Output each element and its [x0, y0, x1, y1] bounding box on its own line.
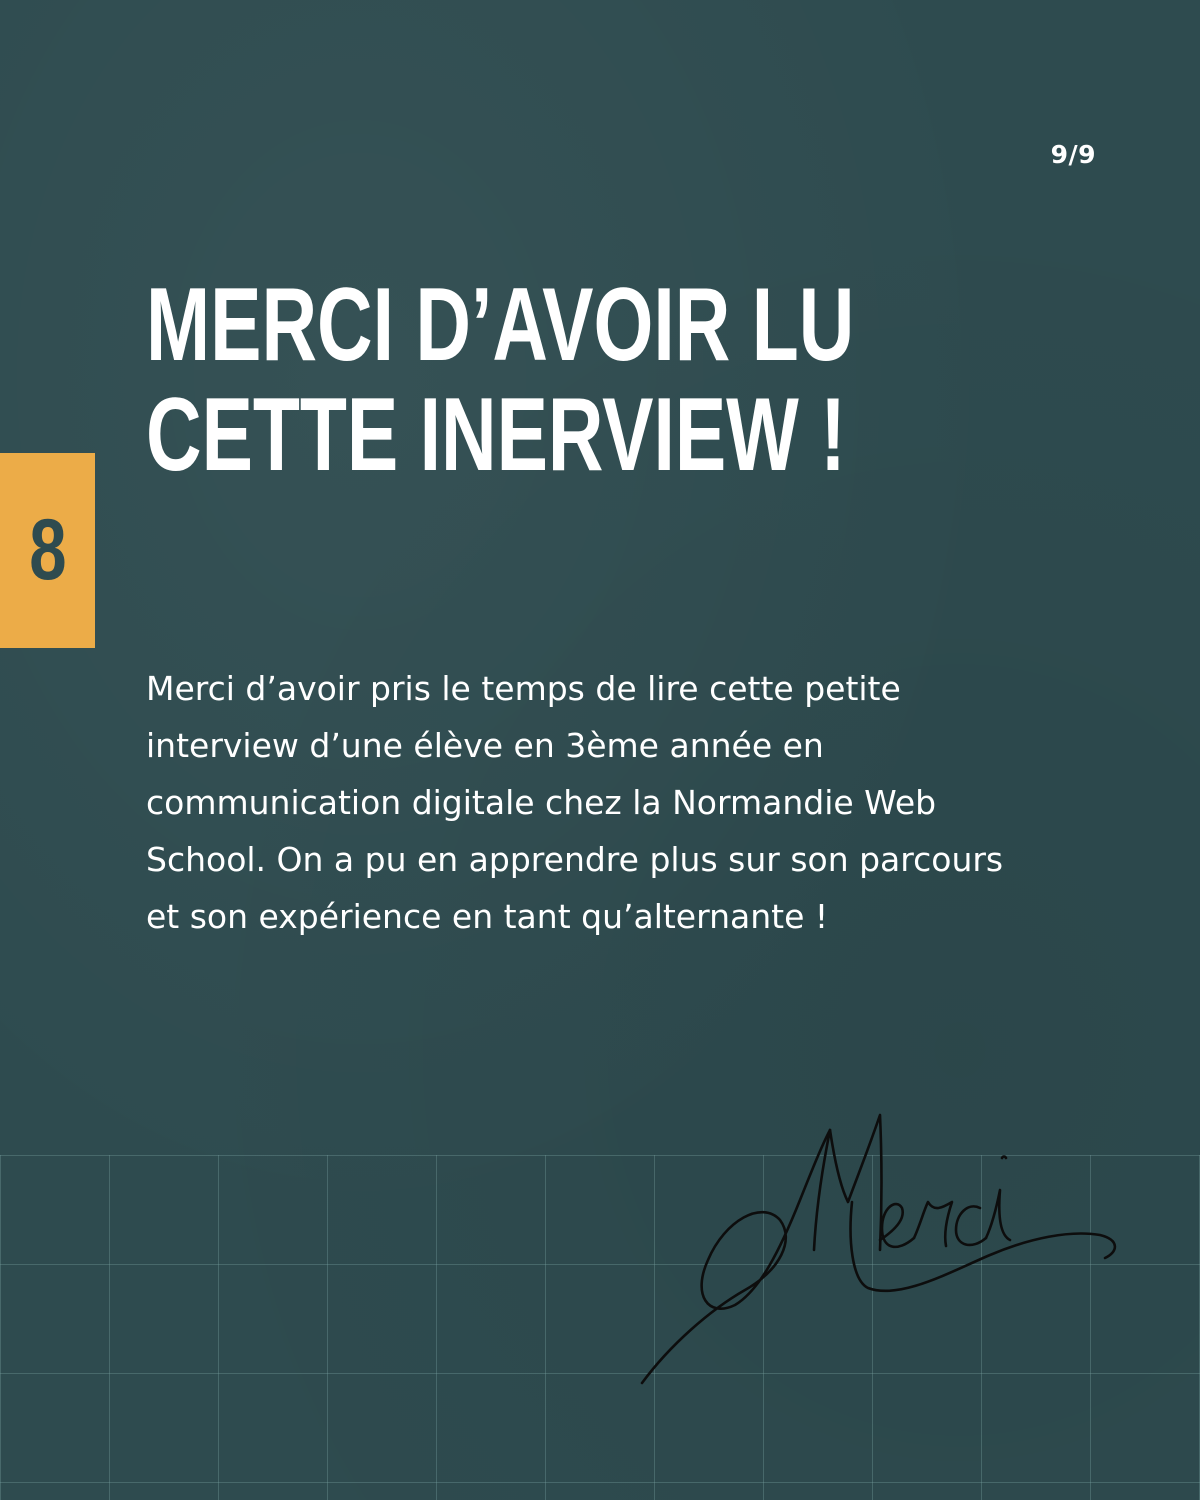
body-text: Merci d’avoir pris le temps de lire cett… — [146, 669, 1004, 936]
headline-line-2: CETTE INERVIEW ! — [146, 377, 846, 493]
headline-line-1: MERCI D’AVOIR LU — [146, 267, 855, 383]
merci-signature — [640, 1113, 1117, 1385]
headline: MERCI D’AVOIR LU CETTE INERVIEW ! — [146, 267, 855, 493]
number-badge: 8 — [0, 453, 95, 648]
page-counter: 9/9 — [1050, 140, 1096, 169]
badge-number: 8 — [28, 502, 67, 598]
slide: 9/9 MERCI D’AVOIR LU CETTE INERVIEW ! 8 … — [0, 0, 1200, 1500]
